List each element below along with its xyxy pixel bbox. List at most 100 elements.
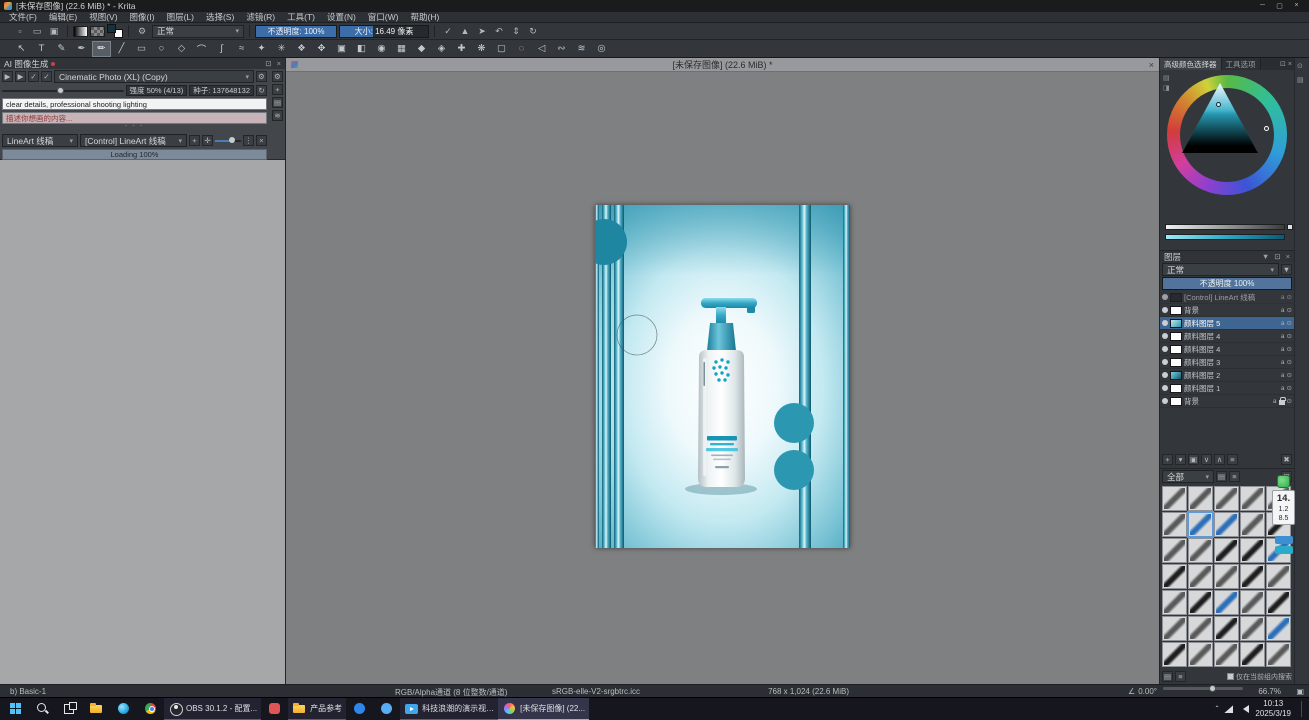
file-explorer-button[interactable] [83,698,110,720]
brush-preset-cell[interactable] [1266,616,1291,641]
tray-network-icon[interactable] [1224,705,1233,713]
strength-slider[interactable] [2,90,124,92]
select-shapes-tool[interactable]: ↖ [12,41,31,57]
layer-row[interactable]: 背景 a ⊙ [1160,395,1294,408]
edit-shapes-tool[interactable]: ✎ [52,41,71,57]
float-docker-icon[interactable]: ⊡ [1280,60,1286,68]
zoom-level-label[interactable]: 66.7% [1258,687,1281,696]
task-view-button[interactable] [56,698,83,720]
layer-options-icon[interactable]: ⊙ [1287,384,1292,392]
layer-options-icon[interactable]: ⊙ [1287,345,1292,353]
layer-name[interactable]: [Control] LineArt 线稿 [1184,292,1279,303]
menu-item[interactable]: 帮助(H) [404,11,445,23]
contiguous-selection-tool[interactable]: ≋ [572,41,591,57]
layer-properties-button[interactable]: ≡ [1227,454,1238,465]
prompt-input[interactable]: clear details, professional shooting lig… [2,98,267,110]
smart-patch-tool[interactable]: ✚ [452,41,471,57]
krita-window-button[interactable]: [未保存图像] (22... [498,698,589,720]
polygon-tool[interactable]: ◇ [172,41,191,57]
layer-options-icon[interactable]: ⊙ [1287,306,1292,314]
brush-preset-cell[interactable] [1266,590,1291,615]
live-indicator-badge[interactable] [1277,475,1290,488]
brush-preset-cell[interactable] [1240,616,1265,641]
value-gradient-bar[interactable] [1165,224,1285,230]
elliptical-selection-tool[interactable]: ◌ [512,41,531,57]
layer-row[interactable]: 颜料图层 4 a ⊙ [1160,330,1294,343]
layer-visibility-toggle[interactable] [1162,294,1168,300]
collapse-handle[interactable]: ˆ ˆ ˆ [2,126,267,132]
alpha-inherit-icon[interactable]: a [1281,346,1285,353]
undo-button[interactable]: ↶ [491,24,507,38]
quick-chip-icon[interactable] [1275,536,1293,544]
layer-lock-icon[interactable] [1279,400,1285,405]
brush-preset-cell[interactable] [1214,616,1239,641]
brush-preset-cell[interactable] [1240,642,1265,667]
strip-menu-icon[interactable]: ▤ [1297,76,1304,84]
layer-visibility-toggle[interactable] [1162,320,1168,326]
opacity-slider[interactable]: 不透明度: 100% [255,25,337,38]
brush-preset-cell[interactable] [1266,642,1291,667]
layer-row[interactable]: 背景 a ⊙ [1160,304,1294,317]
layer-visibility-toggle[interactable] [1162,385,1168,391]
alpha-inherit-icon[interactable]: a [1273,398,1277,405]
menu-item[interactable]: 工具(T) [281,11,321,23]
layer-name[interactable]: 背景 [1184,396,1271,407]
alpha-inherit-icon[interactable]: a [1281,333,1285,340]
canvas-rotation-widget[interactable]: ∠ 0.00° [1128,687,1157,696]
more-options-icon[interactable]: ⋮ [243,135,254,146]
fullscreen-canvas-icon[interactable]: ▣ [1296,687,1304,696]
alpha-inherit-icon[interactable]: a [1281,294,1285,301]
tray-clock[interactable]: 10:13 2025/3/19 [1255,699,1291,719]
dynamic-brush-tool[interactable]: ✦ [252,41,271,57]
settings-button[interactable]: ⚙ [256,71,267,82]
brush-preset-cell[interactable] [1240,538,1265,563]
calligraphy-tool[interactable]: ✒ [72,41,91,57]
reload-preset-button[interactable]: ↻ [525,24,541,38]
tab-tool-options[interactable]: 工具选项 [1222,58,1261,70]
layer-name[interactable]: 颜料图层 1 [1184,383,1279,394]
crop-tool[interactable]: ▣ [332,41,351,57]
bezier-curve-tool[interactable]: ∫ [212,41,231,57]
move-tool[interactable]: ✥ [312,41,331,57]
brush-preset-cell[interactable] [1162,486,1187,511]
video-window-button[interactable]: 科技浪潮的演示视频... [400,698,498,720]
save-document-button[interactable]: ▣ [46,24,62,38]
edit-brush-settings-icon[interactable]: ⚙ [134,24,150,38]
selector-settings-icon[interactable]: ◨ [1163,84,1170,92]
selector-shape-icon[interactable]: ▤ [1163,74,1170,82]
brush-preset-cell[interactable] [1188,564,1213,589]
pattern-swatch[interactable] [90,26,105,37]
brush-preset-cell[interactable] [1214,564,1239,589]
style-preset-dropdown[interactable]: Cinematic Photo (XL) (Copy)▾ [54,70,254,83]
brush-preset-cell[interactable] [1162,642,1187,667]
remove-control-button[interactable]: × [256,135,267,146]
move-layer-up-button[interactable]: ∧ [1214,454,1225,465]
brush-size-slider[interactable]: 大小: 16.49 像素 [339,25,429,38]
layer-options-icon[interactable]: ⊙ [1287,319,1292,327]
layer-row[interactable]: 颜料图层 5 a ⊙ [1160,317,1294,330]
detail-button[interactable]: ▲ [457,24,473,38]
search-in-group-checkbox[interactable] [1227,673,1234,680]
foreground-background-swatch[interactable] [107,24,123,38]
show-desktop-button[interactable] [1301,701,1303,717]
quick-value[interactable]: 14. [1274,492,1293,505]
layer-name[interactable]: 颜料图层 2 [1184,370,1279,381]
ai-add-icon[interactable]: + [272,84,283,95]
checkmark-button[interactable]: ✓ [440,24,456,38]
zoom-slider-handle[interactable] [1209,685,1216,692]
line-tool[interactable]: ╱ [112,41,131,57]
ai-history-icon[interactable]: ▤ [272,97,283,108]
pinned-app-button[interactable] [373,698,400,720]
edge-browser-button[interactable] [110,698,137,720]
sv-marker[interactable] [1216,102,1221,107]
layer-row[interactable]: 颜料图层 2 a ⊙ [1160,369,1294,382]
apply-button[interactable]: ✓ [28,71,39,82]
new-document-button[interactable]: ▫ [12,24,28,38]
mirror-button[interactable]: ➤ [474,24,490,38]
layer-blend-mode-dropdown[interactable]: 正常▾ [1162,263,1279,276]
menu-item[interactable]: 图像(I) [124,11,161,23]
fill-tool[interactable]: ◆ [412,41,431,57]
zoom-tool[interactable]: ◎ [592,41,611,57]
alpha-inherit-icon[interactable]: a [1281,385,1285,392]
layer-visibility-toggle[interactable] [1162,372,1168,378]
